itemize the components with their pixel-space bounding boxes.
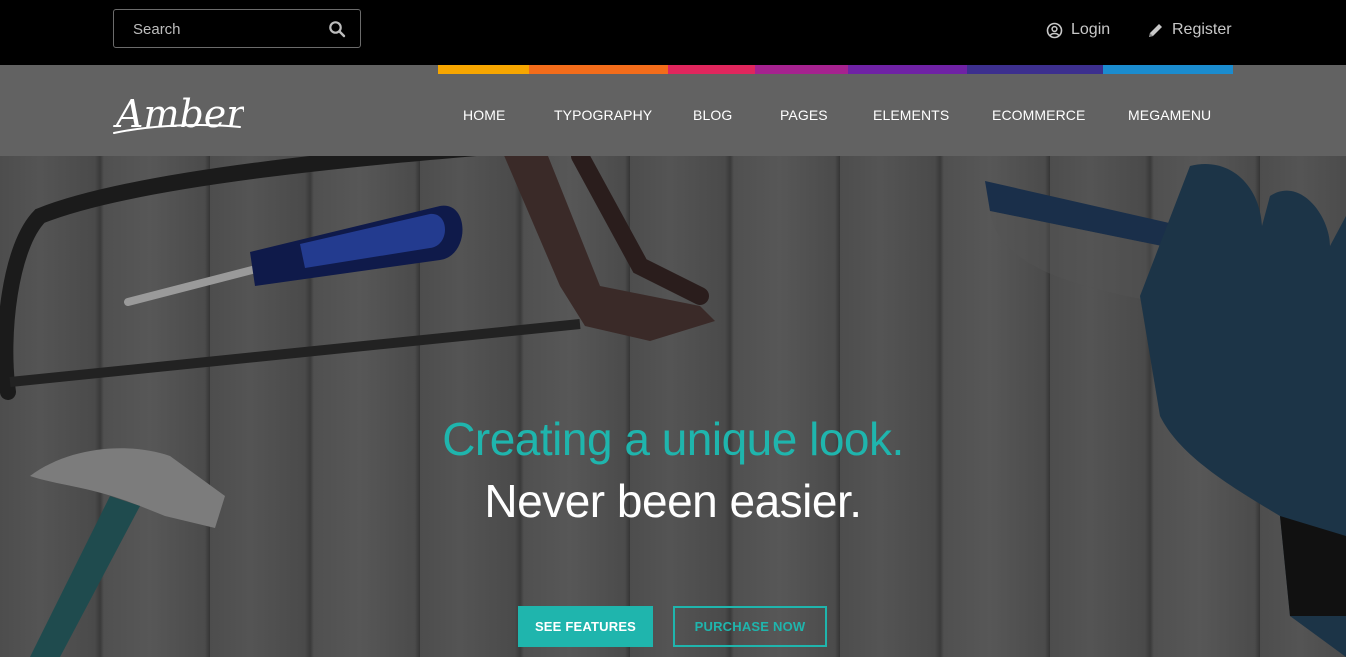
color-stripe-segment (529, 65, 668, 74)
nav-ecommerce[interactable]: ECOMMERCE (992, 107, 1085, 123)
nav-home[interactable]: HOME (463, 107, 505, 123)
color-stripe-segment (848, 65, 967, 74)
hacksaw-icon (0, 156, 715, 400)
nav-elements[interactable]: ELEMENTS (873, 107, 949, 123)
pencil-icon (1149, 23, 1162, 37)
tools-background-image (0, 156, 1346, 657)
screwdriver-icon (124, 205, 463, 306)
color-stripe-segment (967, 65, 1103, 74)
login-label: Login (1071, 21, 1111, 38)
login-link[interactable]: Login (1046, 19, 1110, 41)
hero-section: Creating a unique look. Never been easie… (0, 156, 1346, 657)
top-bar: Login Register (0, 0, 1346, 65)
amber-logo[interactable]: Amber (112, 87, 244, 137)
color-stripe-segment (438, 65, 529, 74)
search-box (113, 9, 361, 49)
register-label: Register (1172, 21, 1232, 38)
nav-pages[interactable]: PAGES (780, 107, 828, 123)
hero-headline-main: Never been easier. (484, 475, 862, 527)
nav-blog[interactable]: BLOG (693, 107, 732, 123)
color-stripe-segment (755, 65, 848, 74)
color-stripe-segment (1103, 65, 1233, 74)
search-input[interactable] (114, 10, 335, 49)
nav-megamenu[interactable]: MEGAMENU (1128, 107, 1211, 123)
purchase-now-button[interactable]: PURCHASE NOW (673, 606, 827, 647)
glove-icon (1140, 164, 1346, 657)
hero-headline-accent: Creating a unique look. (442, 413, 904, 465)
main-navbar: Amber HOME TYPOGRAPHY BLOG PAGES ELEMENT… (0, 65, 1346, 156)
see-features-button[interactable]: SEE FEATURES (518, 606, 653, 647)
search-icon[interactable] (328, 20, 346, 38)
nav-typography[interactable]: TYPOGRAPHY (554, 107, 652, 123)
register-link[interactable]: Register (1147, 19, 1232, 41)
color-stripe-segment (668, 65, 755, 74)
user-circle-icon (1046, 22, 1063, 38)
